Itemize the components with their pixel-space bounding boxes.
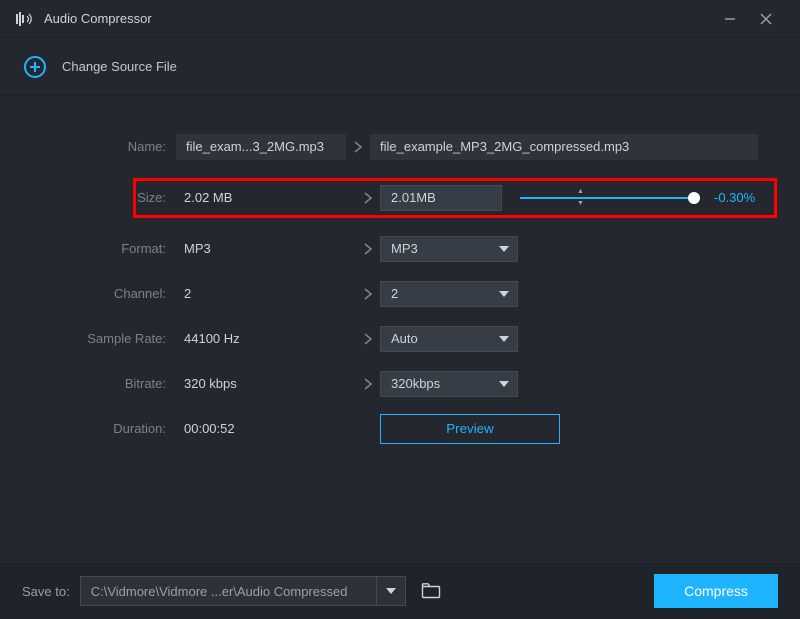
caret-down-icon bbox=[499, 381, 509, 387]
app-window: Audio Compressor Change Source File bbox=[0, 0, 800, 619]
caret-down-icon bbox=[499, 246, 509, 252]
caret-down-icon bbox=[499, 336, 509, 342]
bitrate-source: 320 kbps bbox=[176, 370, 356, 398]
select-channel[interactable]: 2 bbox=[380, 281, 518, 307]
row-sample-rate: Sample Rate: 44100 Hz Auto bbox=[0, 316, 800, 361]
row-name: Name: bbox=[0, 124, 800, 169]
input-name-output[interactable] bbox=[370, 134, 758, 160]
change-source-label: Change Source File bbox=[62, 59, 177, 74]
chevron-right-icon bbox=[356, 243, 380, 255]
row-size: Size: 2.02 MB ▲ ▼ -0.3 bbox=[0, 175, 800, 220]
row-bitrate: Bitrate: 320 kbps 320kbps bbox=[0, 361, 800, 406]
select-sample-rate-value: Auto bbox=[391, 331, 418, 346]
channel-source: 2 bbox=[176, 280, 356, 308]
plus-icon bbox=[24, 56, 46, 78]
select-bitrate-value: 320kbps bbox=[391, 376, 440, 391]
size-slider[interactable] bbox=[520, 191, 700, 205]
chevron-right-icon bbox=[356, 288, 380, 300]
settings-content: Name: Size: 2.02 MB ▲ ▼ bbox=[0, 96, 800, 451]
select-format-value: MP3 bbox=[391, 241, 418, 256]
select-channel-value: 2 bbox=[391, 286, 398, 301]
format-source: MP3 bbox=[176, 235, 356, 263]
chevron-right-icon bbox=[356, 192, 380, 204]
row-duration: Duration: 00:00:52 Preview bbox=[0, 406, 800, 451]
row-channel: Channel: 2 2 bbox=[0, 271, 800, 316]
select-bitrate[interactable]: 320kbps bbox=[380, 371, 518, 397]
save-to-label: Save to: bbox=[22, 584, 70, 599]
bottom-bar: Save to: C:\Vidmore\Vidmore ...er\Audio … bbox=[0, 563, 800, 619]
size-percent: -0.30% bbox=[714, 190, 755, 205]
select-sample-rate[interactable]: Auto bbox=[380, 326, 518, 352]
select-format[interactable]: MP3 bbox=[380, 236, 518, 262]
chevron-right-icon bbox=[356, 333, 380, 345]
save-path-dropdown[interactable] bbox=[376, 576, 406, 606]
browse-folder-button[interactable] bbox=[418, 578, 444, 604]
label-duration: Duration: bbox=[72, 421, 176, 436]
label-name: Name: bbox=[72, 139, 176, 154]
titlebar: Audio Compressor bbox=[0, 0, 800, 38]
chevron-right-icon bbox=[356, 378, 380, 390]
duration-value: 00:00:52 bbox=[176, 415, 356, 443]
window-title: Audio Compressor bbox=[44, 11, 152, 26]
slider-thumb[interactable] bbox=[688, 192, 700, 204]
change-source-row[interactable]: Change Source File bbox=[0, 38, 800, 96]
save-path-input[interactable]: C:\Vidmore\Vidmore ...er\Audio Compresse… bbox=[80, 576, 376, 606]
size-source: 2.02 MB bbox=[176, 184, 356, 212]
close-button[interactable] bbox=[748, 4, 784, 34]
spinner-size[interactable]: ▲ ▼ bbox=[380, 185, 502, 211]
caret-down-icon bbox=[499, 291, 509, 297]
label-channel: Channel: bbox=[72, 286, 176, 301]
chevron-right-icon bbox=[346, 141, 370, 153]
preview-button[interactable]: Preview bbox=[380, 414, 560, 444]
compress-button[interactable]: Compress bbox=[654, 574, 778, 608]
row-format: Format: MP3 MP3 bbox=[0, 226, 800, 271]
app-icon bbox=[16, 12, 34, 26]
label-format: Format: bbox=[72, 241, 176, 256]
minimize-button[interactable] bbox=[712, 4, 748, 34]
input-name-source[interactable] bbox=[176, 134, 346, 160]
label-size: Size: bbox=[72, 190, 176, 205]
label-bitrate: Bitrate: bbox=[72, 376, 176, 391]
sample-rate-source: 44100 Hz bbox=[176, 325, 356, 353]
label-sample-rate: Sample Rate: bbox=[72, 331, 176, 346]
